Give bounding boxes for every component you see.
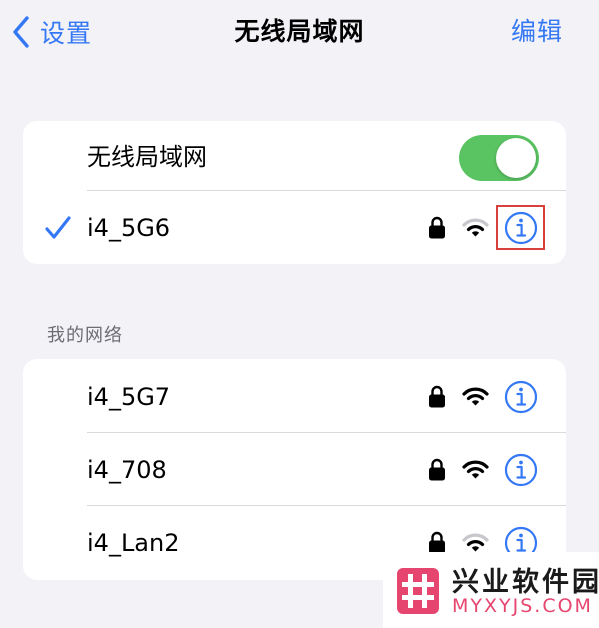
toggle-knob [496, 138, 536, 178]
my-networks-card: i4_5G7 i4_708 i4_Lan2 [23, 359, 566, 580]
my-networks-header: 我的网络 [47, 325, 123, 346]
watermark-name: 兴业软件园 [452, 567, 599, 598]
row-divider [87, 190, 566, 191]
wifi-signal-icon [462, 460, 489, 479]
connected-network-row[interactable]: i4_5G6 [23, 192, 566, 264]
wifi-signal-icon [462, 533, 489, 552]
wifi-settings-card: 无线局域网 i4_5G6 [23, 121, 566, 264]
wifi-toggle-label: 无线局域网 [87, 143, 207, 171]
network-name: i4_5G6 [87, 214, 171, 242]
wifi-signal-icon [462, 387, 489, 406]
wifi-toggle-row: 无线局域网 [23, 121, 566, 193]
lock-icon [429, 385, 445, 408]
network-name: i4_5G7 [87, 383, 171, 411]
page-title: 无线局域网 [234, 17, 365, 46]
lock-icon [429, 216, 445, 239]
edit-button[interactable]: 编辑 [511, 12, 563, 52]
watermark-domain: MYXYJS.COM [452, 595, 593, 617]
info-icon[interactable] [504, 453, 538, 487]
lock-icon [429, 531, 445, 554]
network-row[interactable]: i4_5G7 [23, 361, 566, 433]
info-icon[interactable] [504, 380, 538, 414]
row-divider [87, 432, 566, 433]
hash-logo-icon [397, 568, 439, 614]
network-row[interactable]: i4_708 [23, 434, 566, 506]
wifi-signal-icon [462, 218, 489, 237]
watermark: 兴业软件园 MYXYJS.COM [383, 552, 599, 628]
checkmark-icon [45, 216, 71, 239]
row-divider [87, 505, 566, 506]
navigation-bar: 设置 无线局域网 编辑 [0, 0, 599, 64]
lock-icon [429, 458, 445, 481]
network-name: i4_Lan2 [87, 529, 180, 557]
network-name: i4_708 [87, 456, 167, 484]
info-button-highlight [496, 205, 545, 250]
wifi-toggle-switch[interactable] [459, 135, 539, 181]
